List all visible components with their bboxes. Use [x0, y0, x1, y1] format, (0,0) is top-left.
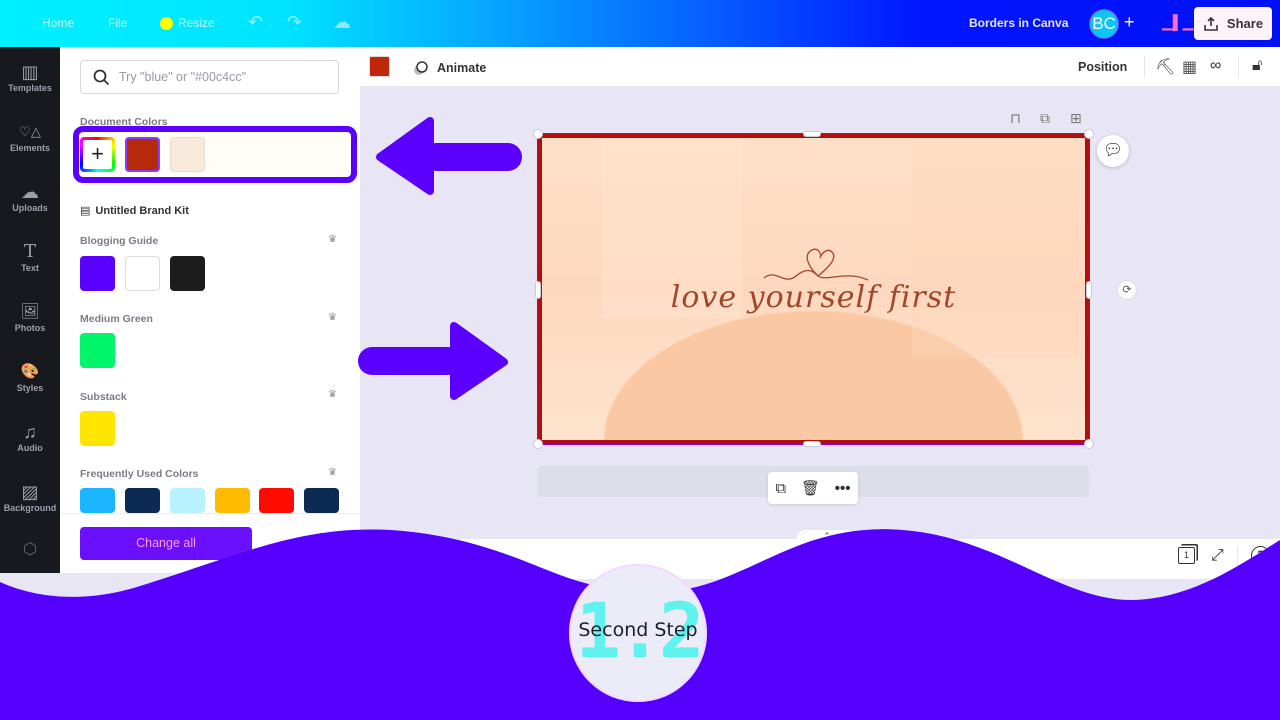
screen: Home File Resize ↶ ↷ ☁ Borders in Canva …	[0, 0, 1280, 720]
step-label: Second Step	[578, 619, 698, 641]
step-badge: 1.2 Second Step	[569, 564, 707, 702]
